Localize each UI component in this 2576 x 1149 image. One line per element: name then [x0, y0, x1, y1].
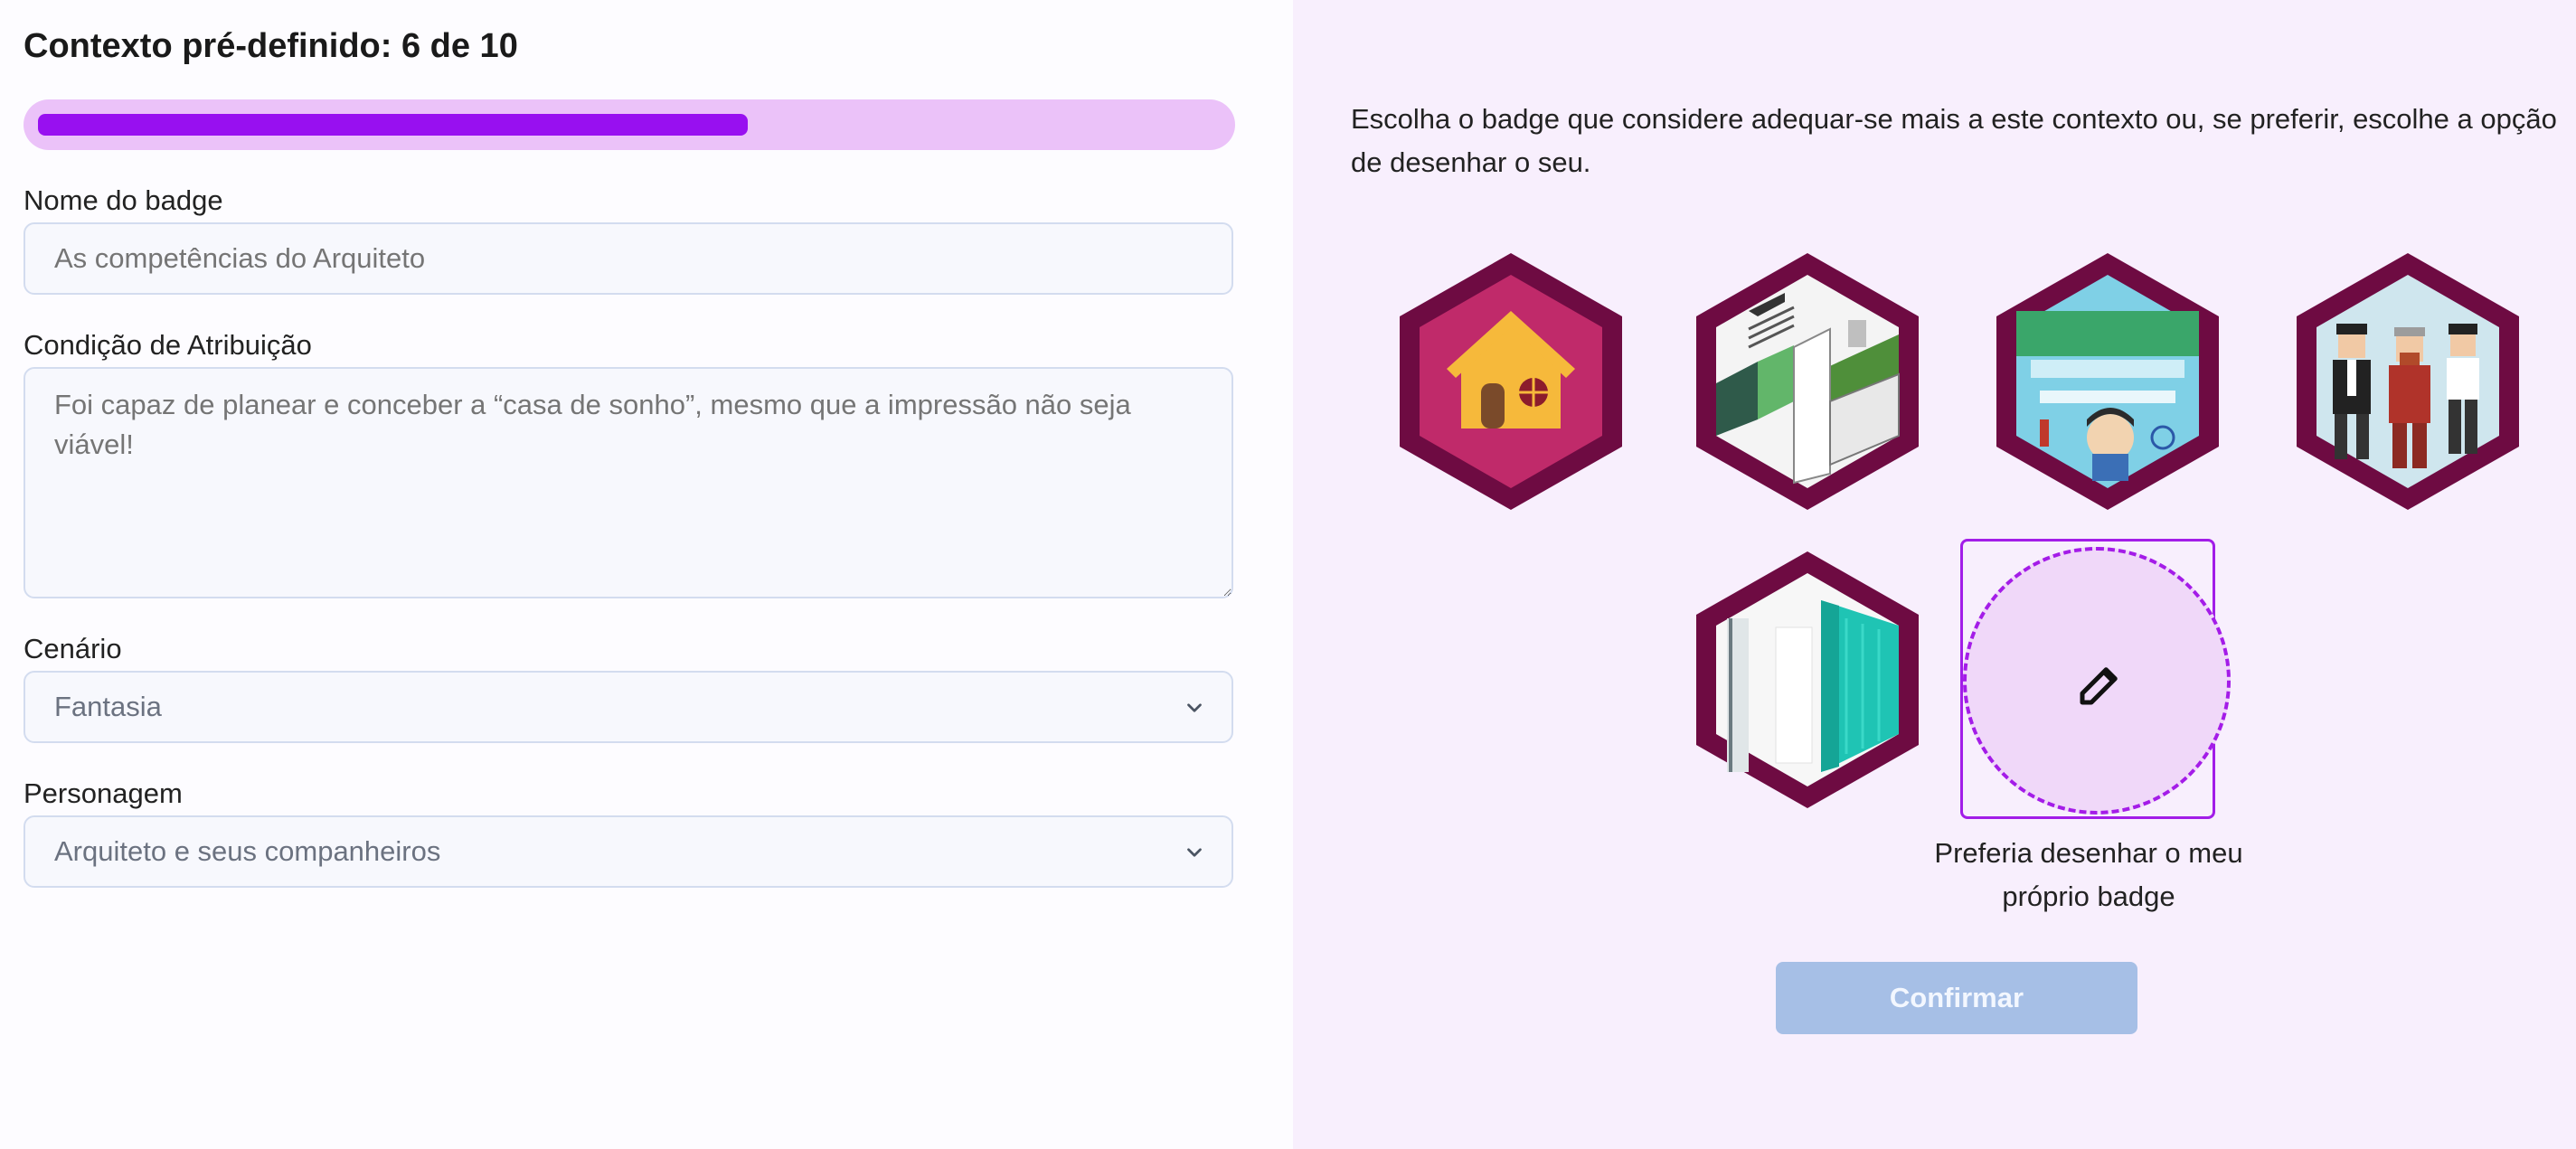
page-title: Contexto pré-definido: 6 de 10 — [24, 27, 518, 65]
house-badge[interactable] — [1389, 248, 1633, 519]
character-select[interactable]: Arquiteto e seus companheiros — [24, 815, 1233, 888]
scenario-label: Cenário — [24, 633, 122, 664]
condition-textarea[interactable] — [24, 367, 1233, 598]
edit-icon — [2080, 667, 2118, 705]
confirm-button[interactable]: Confirmar — [1776, 962, 2137, 1034]
draw-own-badge-option[interactable] — [1960, 539, 2231, 819]
badge-name-label: Nome do badge — [24, 184, 223, 216]
badge-chooser-panel: Escolha o badge que considere adequar-se… — [1293, 0, 2576, 1149]
house-badge-image — [1400, 253, 1622, 510]
character-label: Personagem — [24, 777, 183, 809]
poster-character-badge[interactable] — [1986, 248, 2230, 519]
draw-own-badge-caption: Preferia desenhar o meu próprio badge — [1934, 837, 2243, 912]
chevron-down-icon — [1187, 703, 1202, 712]
instructions-text: Escolha o badge que considere adequar-se… — [1351, 103, 2557, 178]
scenario-value: Fantasia — [54, 691, 162, 722]
building-facade-badge-image — [1696, 551, 1919, 808]
scenario-select[interactable]: Fantasia — [24, 671, 1233, 743]
draw-own-badge-circle — [1963, 547, 2231, 815]
building-facade-badge[interactable] — [1685, 546, 1930, 817]
isometric-rooms-badge-image — [1696, 253, 1919, 510]
badge-name-input[interactable] — [24, 222, 1233, 295]
character-value: Arquiteto e seus companheiros — [54, 835, 441, 867]
isometric-rooms-badge[interactable] — [1685, 248, 1930, 519]
form-panel: Contexto pré-definido: 6 de 10 Nome do b… — [0, 0, 1293, 1149]
progress-bar — [24, 99, 1235, 150]
chevron-down-icon — [1187, 848, 1202, 857]
condition-label: Condição de Atribuição — [24, 329, 312, 361]
pixel-people-badge-image — [2297, 253, 2519, 510]
pixel-people-badge[interactable] — [2286, 248, 2530, 519]
progress-fill — [38, 114, 748, 136]
poster-character-badge-image — [1996, 253, 2219, 510]
